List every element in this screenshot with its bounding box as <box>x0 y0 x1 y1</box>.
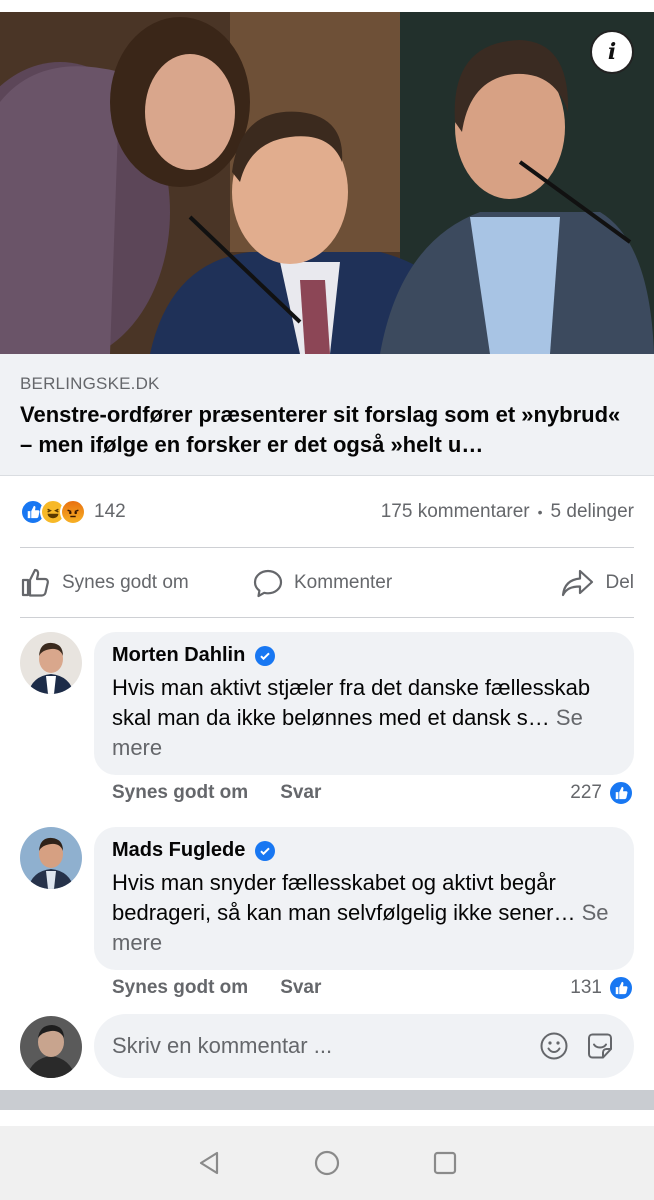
photo-illustration <box>0 12 654 354</box>
link-domain: BERLINGSKE.DK <box>20 374 160 393</box>
avatar[interactable] <box>20 632 82 694</box>
info-icon[interactable]: i <box>590 30 634 74</box>
verified-badge-icon <box>255 840 276 861</box>
comment: Morten Dahlin Hvis man aktivt stjæler fr… <box>20 632 634 812</box>
share-label: Del <box>605 572 634 593</box>
link-preview[interactable]: BERLINGSKE.DK Venstre-ordfører præsenter… <box>0 354 654 476</box>
like-reaction-icon <box>608 975 634 1001</box>
comment-author[interactable]: Mads Fuglede <box>112 839 245 862</box>
user-avatar[interactable] <box>20 1016 82 1078</box>
like-label: Synes godt om <box>62 572 189 593</box>
back-icon[interactable] <box>189 1143 229 1183</box>
share-icon <box>562 569 594 597</box>
comment-reply-button[interactable]: Svar <box>280 977 321 999</box>
shares-count[interactable]: 5 delinger <box>551 501 634 523</box>
comment-actions: Synes godt om Svar 227 <box>112 778 634 808</box>
comment-icon <box>253 569 283 598</box>
comment-like-button[interactable]: Synes godt om <box>112 977 248 999</box>
comment-reply-button[interactable]: Svar <box>280 782 321 804</box>
divider <box>20 617 634 618</box>
system-navigation-bar <box>0 1126 654 1200</box>
stats-separator: • <box>537 504 543 520</box>
top-strip <box>0 0 654 12</box>
like-button[interactable]: Synes godt om <box>20 567 252 599</box>
comment-like-count[interactable]: 227 <box>570 780 634 806</box>
emoji-icon[interactable] <box>538 1030 570 1062</box>
comment-bubble[interactable]: Morten Dahlin Hvis man aktivt stjæler fr… <box>94 632 634 775</box>
link-title[interactable]: Venstre-ordfører præsenterer sit forslag… <box>20 400 634 460</box>
comment-like-button[interactable]: Synes godt om <box>112 782 248 804</box>
comment-label: Kommenter <box>294 572 393 593</box>
feed-separator <box>0 1090 654 1110</box>
comment-body: Hvis man snyder fællesskabet og aktivt b… <box>112 870 576 925</box>
angry-reaction-icon <box>60 499 86 525</box>
recent-apps-icon[interactable] <box>425 1143 465 1183</box>
comment-text: Hvis man aktivt stjæler fra det danske f… <box>112 673 616 763</box>
comment-text: Hvis man snyder fællesskabet og aktivt b… <box>112 868 616 958</box>
comments-count[interactable]: 175 kommentarer <box>381 501 530 523</box>
divider <box>20 547 634 548</box>
reaction-count: 142 <box>94 501 126 522</box>
thumbs-up-icon <box>21 568 49 597</box>
comment-composer <box>20 1014 634 1078</box>
comment-input-container <box>94 1014 634 1078</box>
comment-like-count[interactable]: 131 <box>570 975 634 1001</box>
comment-like-count-value: 131 <box>570 977 602 998</box>
like-reaction-icon <box>608 780 634 806</box>
comment: Mads Fuglede Hvis man snyder fællesskabe… <box>20 827 634 1007</box>
reactions-summary[interactable]: 142 <box>20 499 126 525</box>
comment-button[interactable]: Kommenter <box>252 567 502 599</box>
avatar[interactable] <box>20 827 82 889</box>
post-photo[interactable]: i <box>0 12 654 354</box>
comment-bubble[interactable]: Mads Fuglede Hvis man snyder fællesskabe… <box>94 827 634 970</box>
comment-like-count-value: 227 <box>570 782 602 803</box>
comment-author[interactable]: Morten Dahlin <box>112 644 245 667</box>
post-actions: Synes godt om Kommenter Del <box>20 558 634 608</box>
comment-actions: Synes godt om Svar 131 <box>112 973 634 1003</box>
sticker-icon[interactable] <box>584 1030 616 1062</box>
share-button[interactable]: Del <box>561 567 634 599</box>
post-stats: 142 175 kommentarer • 5 delinger <box>20 496 634 528</box>
comment-body: Hvis man aktivt stjæler fra det danske f… <box>112 675 591 730</box>
comment-input[interactable] <box>112 1033 524 1059</box>
home-icon[interactable] <box>307 1143 347 1183</box>
verified-badge-icon <box>255 645 276 666</box>
